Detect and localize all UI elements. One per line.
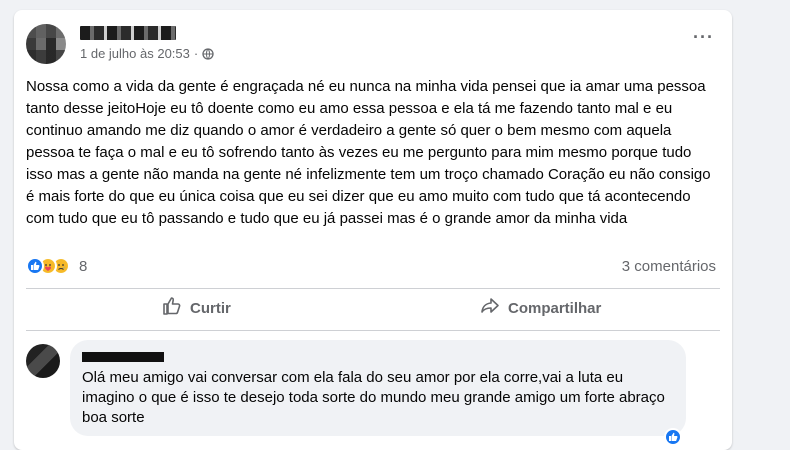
post-card: 1 de julho às 20:53 · ··· Nossa como a v… <box>14 10 732 450</box>
like-reaction-icon <box>26 257 44 275</box>
commenter-avatar[interactable] <box>26 344 60 378</box>
meta-separator: · <box>193 46 199 61</box>
comment-like-reaction-icon[interactable] <box>664 428 682 446</box>
comment-text: Olá meu amigo vai conversar com ela fala… <box>82 369 665 426</box>
globe-icon <box>202 47 214 60</box>
author-name-redacted[interactable] <box>80 26 176 40</box>
thumbs-up-icon <box>162 296 182 320</box>
reaction-count: 8 <box>79 257 88 275</box>
comment-bubble: Olá meu amigo vai conversar com ela fala… <box>70 340 686 436</box>
post-meta: 1 de julho às 20:53 · <box>80 46 214 61</box>
like-button[interactable]: Curtir <box>162 296 231 320</box>
share-arrow-icon <box>480 296 500 320</box>
like-button-label: Curtir <box>190 299 231 317</box>
author-avatar[interactable] <box>26 24 66 64</box>
post-text: Nossa como a vida da gente é engraçada n… <box>26 78 715 227</box>
reactions-summary[interactable]: 8 <box>26 257 87 275</box>
comments-count-link[interactable]: 3 comentários <box>622 258 716 275</box>
more-options-icon[interactable]: ··· <box>693 28 714 46</box>
commenter-name-redacted[interactable] <box>82 352 164 362</box>
share-button-label: Compartilhar <box>508 299 602 317</box>
share-button[interactable]: Compartilhar <box>480 296 601 320</box>
post-date[interactable]: 1 de julho às 20:53 <box>80 46 190 61</box>
divider-top <box>26 288 720 289</box>
divider-bottom <box>26 330 720 331</box>
